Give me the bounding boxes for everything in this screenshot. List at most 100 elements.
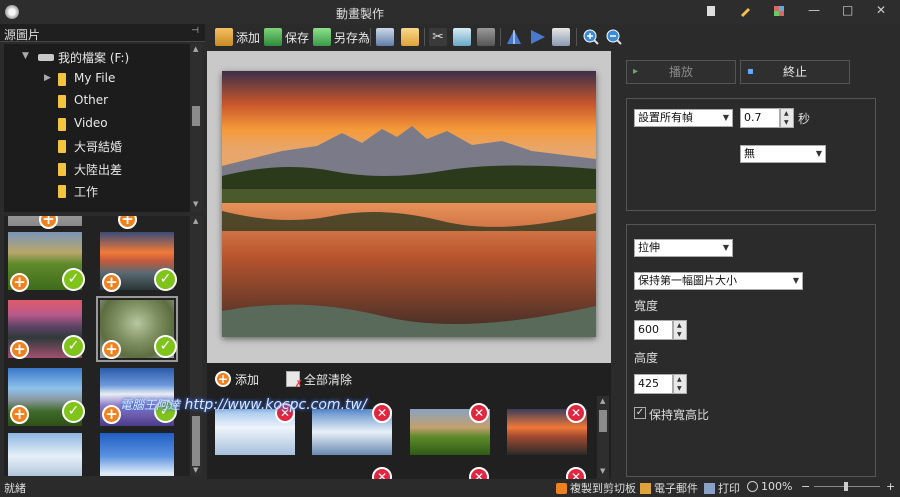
zoom-in-button[interactable] bbox=[582, 27, 600, 47]
keep-ratio-label: 保持寬高比 bbox=[649, 408, 710, 422]
folder-icon bbox=[58, 73, 66, 86]
thumbnail-scrollbar[interactable]: ▲ ▼ bbox=[190, 216, 202, 476]
email-label: 電子郵件 bbox=[654, 482, 698, 495]
printer-icon bbox=[704, 482, 715, 494]
copy-label: 複製到剪切板 bbox=[570, 482, 636, 495]
folder-tree: ▼ 我的檔案 (F:) ▶ My File Other Video 大哥結婚 大… bbox=[4, 44, 190, 212]
print-button[interactable] bbox=[376, 27, 394, 47]
transition-dropdown[interactable]: 無 ▼ bbox=[740, 145, 826, 163]
remove-frame-icon[interactable]: ✕ bbox=[566, 467, 586, 479]
height-input[interactable]: 425 bbox=[634, 374, 673, 394]
add-icon[interactable]: + bbox=[10, 405, 29, 424]
add-icon[interactable]: + bbox=[10, 340, 29, 359]
export-button[interactable] bbox=[552, 27, 570, 47]
add-icon[interactable]: + bbox=[39, 216, 58, 229]
source-panel-title: 源圖片 bbox=[4, 28, 41, 42]
play-button[interactable]: ▸ 播放 bbox=[626, 60, 736, 84]
chevron-down-icon: ▼ bbox=[792, 276, 799, 285]
copy-button[interactable] bbox=[453, 27, 471, 47]
stop-button[interactable]: ▪ 終止 bbox=[740, 60, 850, 84]
zoom-in-control[interactable]: + bbox=[886, 480, 895, 493]
frame-timing-dropdown[interactable]: 設置所有幀 ▼ bbox=[634, 109, 733, 127]
zoom-slider[interactable] bbox=[814, 482, 880, 491]
minimize-button[interactable]: — bbox=[808, 3, 820, 17]
size-group: 拉伸 ▼ 保持第一幅圖片大小 ▼ 寬度 600 ▲ ▼ 高度 425 ▲ ▼ ✓ 保… bbox=[626, 224, 876, 477]
add-button[interactable]: 添加 bbox=[215, 27, 260, 47]
pin-icon[interactable]: ⊣ bbox=[191, 26, 199, 36]
size-source-dropdown[interactable]: 保持第一幅圖片大小 ▼ bbox=[634, 272, 803, 290]
email-status-button[interactable]: 電子郵件 bbox=[640, 480, 698, 496]
pencil-icon[interactable] bbox=[738, 4, 754, 20]
scrollbar-thumb[interactable] bbox=[192, 416, 200, 466]
height-stepper[interactable]: ▲ ▼ bbox=[673, 374, 687, 394]
height-label: 高度 bbox=[634, 351, 659, 365]
settings-panel: ▸ 播放 ▪ 終止 設置所有幀 ▼ 0.7 ▲ ▼ 秒 無 ▼ 拉伸 ▼ 保持第一… bbox=[613, 51, 900, 479]
add-icon[interactable]: + bbox=[118, 216, 137, 229]
width-input[interactable]: 600 bbox=[634, 320, 673, 340]
add-icon[interactable]: + bbox=[10, 273, 29, 292]
zoom-indicator: 100% bbox=[747, 480, 792, 493]
source-thumbnail-grid: + + + ✓ + ✓ + ✓ + ✓ + ✓ + ✓ bbox=[4, 216, 190, 476]
duration-unit: 秒 bbox=[798, 112, 811, 126]
clear-icon: ✗ bbox=[286, 371, 303, 390]
palette-icon[interactable] bbox=[772, 4, 788, 20]
status-text: 就緒 bbox=[4, 482, 26, 495]
rotate-button[interactable] bbox=[529, 27, 547, 47]
watermark: 電腦王阿達 http://www.kocpc.com.tw/ bbox=[120, 396, 367, 413]
remove-frame-icon[interactable]: ✕ bbox=[372, 467, 392, 479]
check-icon: ✓ bbox=[62, 268, 85, 291]
maximize-button[interactable]: □ bbox=[842, 3, 853, 17]
check-icon: ✓ bbox=[62, 335, 85, 358]
flip-button[interactable] bbox=[505, 27, 523, 47]
chevron-right-icon[interactable]: ▶ bbox=[44, 73, 51, 83]
remove-frame-icon[interactable]: ✕ bbox=[372, 403, 392, 423]
add-icon[interactable]: + bbox=[102, 340, 121, 359]
scrollbar-thumb[interactable] bbox=[192, 106, 200, 126]
add-icon: + bbox=[215, 371, 231, 387]
new-icon[interactable] bbox=[704, 4, 720, 20]
zoom-out-control[interactable]: − bbox=[801, 480, 810, 493]
cut-button[interactable]: ✂ bbox=[429, 27, 447, 47]
scissors-icon: ✂ bbox=[429, 28, 447, 46]
add-frame-button[interactable]: + 添加 bbox=[215, 369, 259, 389]
chevron-down-icon[interactable]: ▼ bbox=[22, 51, 29, 61]
preview-image bbox=[222, 71, 596, 337]
print-status-button[interactable]: 打印 bbox=[704, 480, 740, 496]
status-bar: 就緒 複製到剪切板 電子郵件 打印 100% − + bbox=[0, 479, 900, 495]
add-icon[interactable]: + bbox=[102, 405, 121, 424]
remove-frame-icon[interactable]: ✕ bbox=[566, 403, 586, 423]
tree-scrollbar[interactable]: ▲ ▼ bbox=[190, 44, 202, 212]
save-as-button[interactable]: 另存為 bbox=[313, 27, 370, 47]
resize-mode-dropdown[interactable]: 拉伸 ▼ bbox=[634, 239, 733, 257]
close-button[interactable]: ✕ bbox=[876, 3, 886, 17]
duration-stepper[interactable]: ▲ ▼ bbox=[780, 108, 794, 128]
clipboard-icon bbox=[556, 482, 567, 494]
add-label: 添加 bbox=[236, 30, 261, 45]
stop-icon: ▪ bbox=[747, 66, 754, 77]
paste-icon bbox=[477, 28, 495, 46]
clear-all-button[interactable]: ✗ 全部清除 bbox=[286, 369, 352, 390]
add-image-icon bbox=[215, 28, 233, 46]
size-source-value: 保持第一幅圖片大小 bbox=[638, 274, 737, 287]
paste-button[interactable] bbox=[477, 27, 495, 47]
keep-ratio-checkbox[interactable]: ✓ bbox=[634, 407, 646, 419]
duration-input[interactable]: 0.7 bbox=[740, 108, 780, 128]
remove-frame-icon[interactable]: ✕ bbox=[469, 403, 489, 423]
email-icon bbox=[401, 28, 419, 46]
scrollbar-thumb[interactable] bbox=[599, 410, 607, 432]
save-button[interactable]: 保存 bbox=[264, 27, 309, 47]
frame-scrollbar[interactable]: ▲ ▼ bbox=[597, 396, 609, 479]
thumbnail[interactable] bbox=[100, 433, 174, 476]
thumbnail[interactable] bbox=[8, 433, 82, 476]
chevron-down-icon: ▼ bbox=[722, 243, 729, 252]
folder-label: Other bbox=[74, 93, 109, 107]
add-icon[interactable]: + bbox=[102, 273, 121, 292]
save-as-icon bbox=[313, 28, 331, 46]
email-button[interactable] bbox=[401, 27, 419, 47]
copy-to-clipboard-button[interactable]: 複製到剪切板 bbox=[556, 480, 636, 496]
watermark-logo: 電腦王阿達 bbox=[120, 398, 181, 412]
zoom-slider-thumb[interactable] bbox=[844, 482, 848, 491]
zoom-out-button[interactable] bbox=[605, 27, 623, 47]
remove-frame-icon[interactable]: ✕ bbox=[469, 467, 489, 479]
width-stepper[interactable]: ▲ ▼ bbox=[673, 320, 687, 340]
